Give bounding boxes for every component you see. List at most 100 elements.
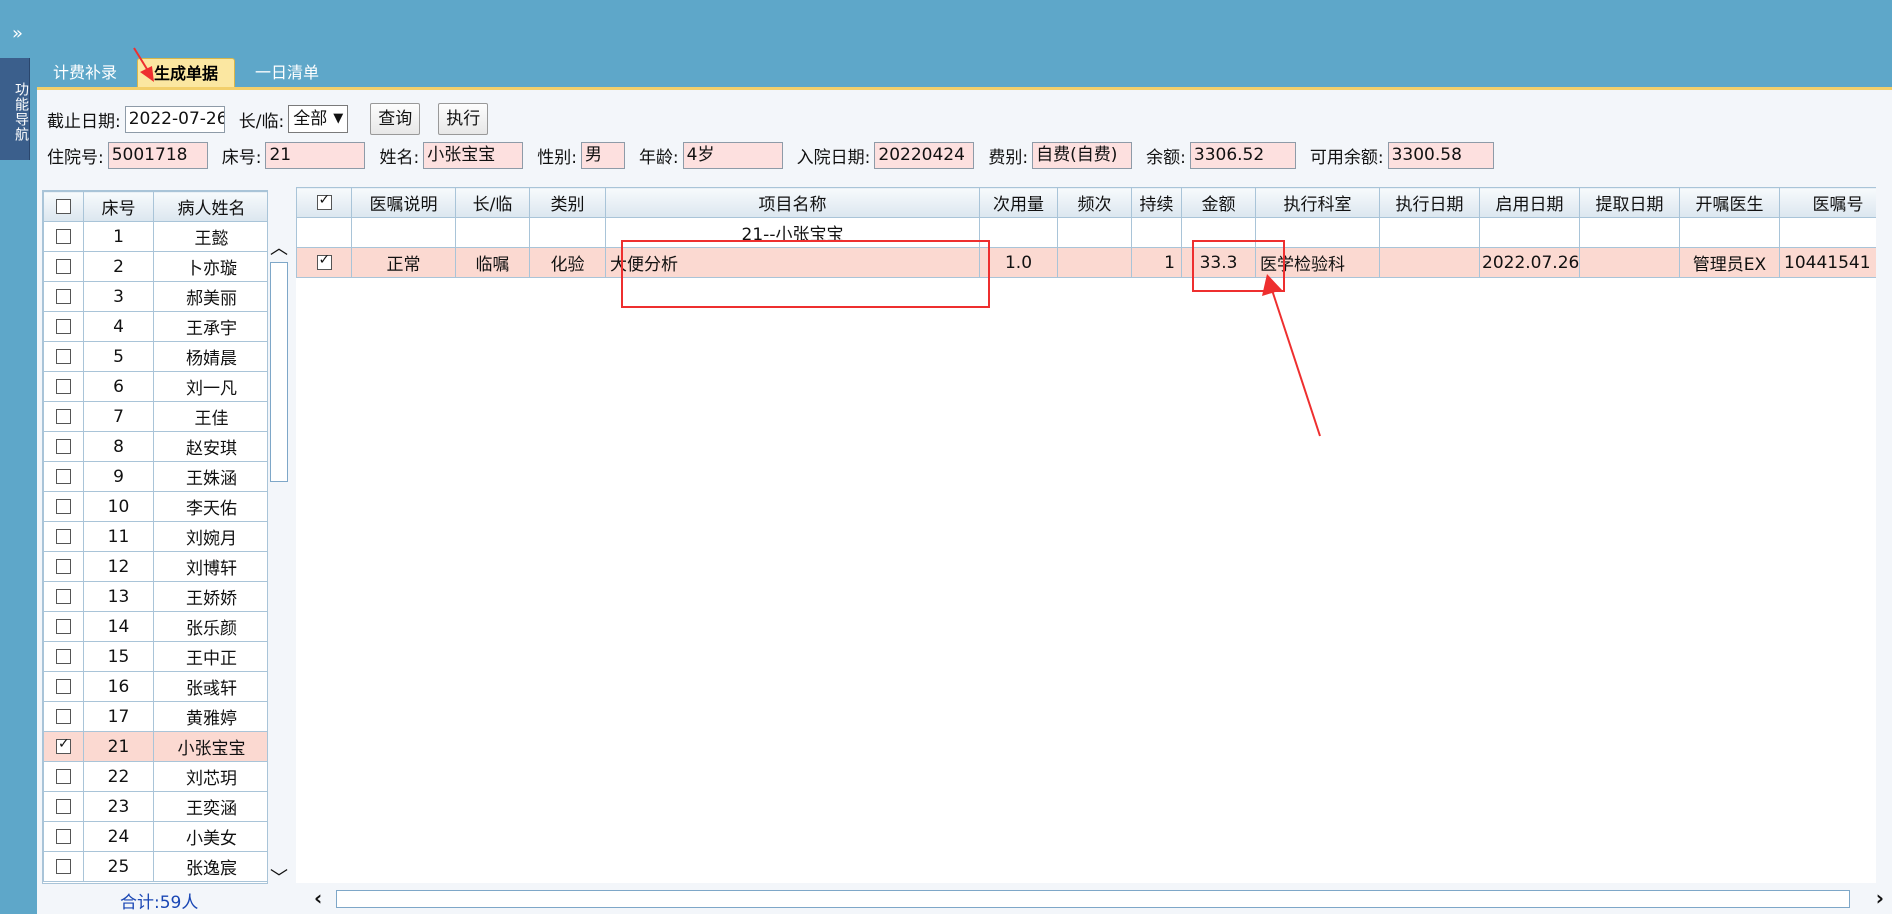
patient-select[interactable] [43,731,84,762]
patient-row[interactable]: 6 刘一凡 [43,371,267,402]
patient-select[interactable] [43,491,84,522]
patient-select[interactable] [43,371,84,402]
type-column-header[interactable]: 长/临 [455,187,530,218]
patient-select[interactable] [43,341,84,372]
patient-row[interactable]: 9 王姝涵 [43,461,267,492]
patient-select[interactable] [43,791,84,822]
order-select[interactable] [296,247,352,278]
patient-select[interactable] [43,281,84,312]
checkbox-icon[interactable] [56,379,71,394]
checkbox-icon[interactable] [316,192,332,210]
checkbox-icon[interactable] [56,529,71,544]
age-field[interactable]: 4岁 [682,141,783,169]
patient-row[interactable]: 21小张宝宝 [43,731,267,762]
select-all-orders[interactable] [296,187,352,218]
orders-horizontal-scrollbar[interactable]: ‹ › [310,886,1884,910]
chevron-right-icon[interactable]: › [1876,886,1884,910]
checkbox-icon[interactable] [56,859,71,874]
patient-list-scrollbar[interactable]: ︿ ﹀ [268,232,290,889]
patient-row[interactable]: 13 王娇娇 [43,581,267,612]
note-column-header[interactable]: 医嘱说明 [351,187,456,218]
execute-button[interactable]: 执行 [438,103,489,135]
patient-select[interactable] [43,401,84,432]
order-row[interactable]: 正常 临嘱 化验 大便分析 1.0 1 33.3 医学检验科 2022.07.2… [296,247,1876,278]
patient-row[interactable]: 2 卜亦璇 [43,251,267,282]
patient-select[interactable] [43,671,84,702]
patient-select[interactable] [43,461,84,492]
patient-select[interactable] [43,221,84,252]
patient-row[interactable]: 11 刘婉月 [43,521,267,552]
checkbox-icon[interactable] [56,679,71,694]
function-nav-tab[interactable]: 功能导航 [0,58,30,160]
checkbox-icon[interactable] [56,559,71,574]
patient-select[interactable] [43,851,84,882]
patient-row[interactable]: 23 王奕涵 [43,791,267,822]
checkbox-icon[interactable] [56,736,71,754]
patient-row[interactable]: 24 小美女 [43,821,267,852]
available-balance-field[interactable]: 3300.58 [1387,141,1494,169]
checkbox-icon[interactable] [56,769,71,784]
cutoff-date-field[interactable]: 2022-07-26 [124,105,225,133]
patient-select[interactable] [43,611,84,642]
checkbox-icon[interactable] [56,589,71,604]
item-column-header[interactable]: 项目名称 [605,187,980,218]
extract-date-column-header[interactable]: 提取日期 [1579,187,1680,218]
dose-column-header[interactable]: 次用量 [979,187,1058,218]
patient-select[interactable] [43,521,84,552]
patient-row[interactable]: 5 杨婧晨 [43,341,267,372]
checkbox-icon[interactable] [56,649,71,664]
patient-row[interactable]: 1 王懿 [43,221,267,252]
bed-field[interactable]: 21 [265,141,366,169]
tab-daily-list[interactable]: 一日清单 [239,58,335,88]
frequency-column-header[interactable]: 频次 [1057,187,1132,218]
checkbox-icon[interactable] [56,619,71,634]
expand-nav-icon[interactable]: » [12,24,23,44]
patient-select[interactable] [43,821,84,852]
select-all-patients[interactable] [43,191,84,222]
patient-row[interactable]: 10 李天佑 [43,491,267,522]
patient-row[interactable]: 8 赵安琪 [43,431,267,462]
patient-select[interactable] [43,431,84,462]
start-date-column-header[interactable]: 启用日期 [1479,187,1580,218]
checkbox-icon[interactable] [56,289,71,304]
patient-row[interactable]: 17 黄雅婷 [43,701,267,732]
patient-row[interactable]: 4 王承宇 [43,311,267,342]
balance-field[interactable]: 3306.52 [1189,141,1296,169]
dept-column-header[interactable]: 执行科室 [1255,187,1380,218]
patient-row[interactable]: 22 刘芯玥 [43,761,267,792]
patient-row[interactable]: 3 郝美丽 [43,281,267,312]
checkbox-icon[interactable] [56,469,71,484]
checkbox-icon[interactable] [316,252,332,270]
query-button[interactable]: 查询 [370,103,421,135]
patient-row[interactable]: 16 张彧轩 [43,671,267,702]
scrollbar-thumb[interactable] [270,262,288,482]
fee-type-field[interactable]: 自费(自费) [1032,141,1133,169]
checkbox-icon[interactable] [56,799,71,814]
patient-select[interactable] [43,251,84,282]
checkbox-icon[interactable] [56,409,71,424]
checkbox-icon[interactable] [56,259,71,274]
patient-select[interactable] [43,311,84,342]
patient-select[interactable] [43,761,84,792]
doctor-column-header[interactable]: 开嘱医生 [1679,187,1780,218]
tab-billing-supplement[interactable]: 计费补录 [37,58,133,88]
order-no-column-header[interactable]: 医嘱号 [1779,187,1876,218]
patient-row[interactable]: 15 王中正 [43,641,267,672]
patient-row[interactable]: 12 刘博轩 [43,551,267,582]
checkbox-icon[interactable] [56,499,71,514]
patient-row[interactable]: 25 张逸宸 [43,851,267,882]
gender-field[interactable]: 男 [580,141,625,169]
checkbox-icon[interactable] [56,319,71,334]
amount-column-header[interactable]: 金额 [1181,187,1256,218]
chevron-up-icon[interactable]: ︿ [268,234,290,260]
category-column-header[interactable]: 类别 [529,187,606,218]
admission-no-field[interactable]: 5001718 [107,141,208,169]
patient-select[interactable] [43,701,84,732]
chevron-down-icon[interactable]: ﹀ [268,864,290,890]
order-type-select[interactable]: 全部 ▼ [288,105,349,133]
checkbox-icon[interactable] [56,829,71,844]
tab-generate-documents[interactable]: 生成单据 [137,58,236,88]
chevron-left-icon[interactable]: ‹ [314,886,322,910]
bed-column-header[interactable]: 床号 [83,191,154,222]
scrollbar-thumb[interactable] [336,890,1850,908]
